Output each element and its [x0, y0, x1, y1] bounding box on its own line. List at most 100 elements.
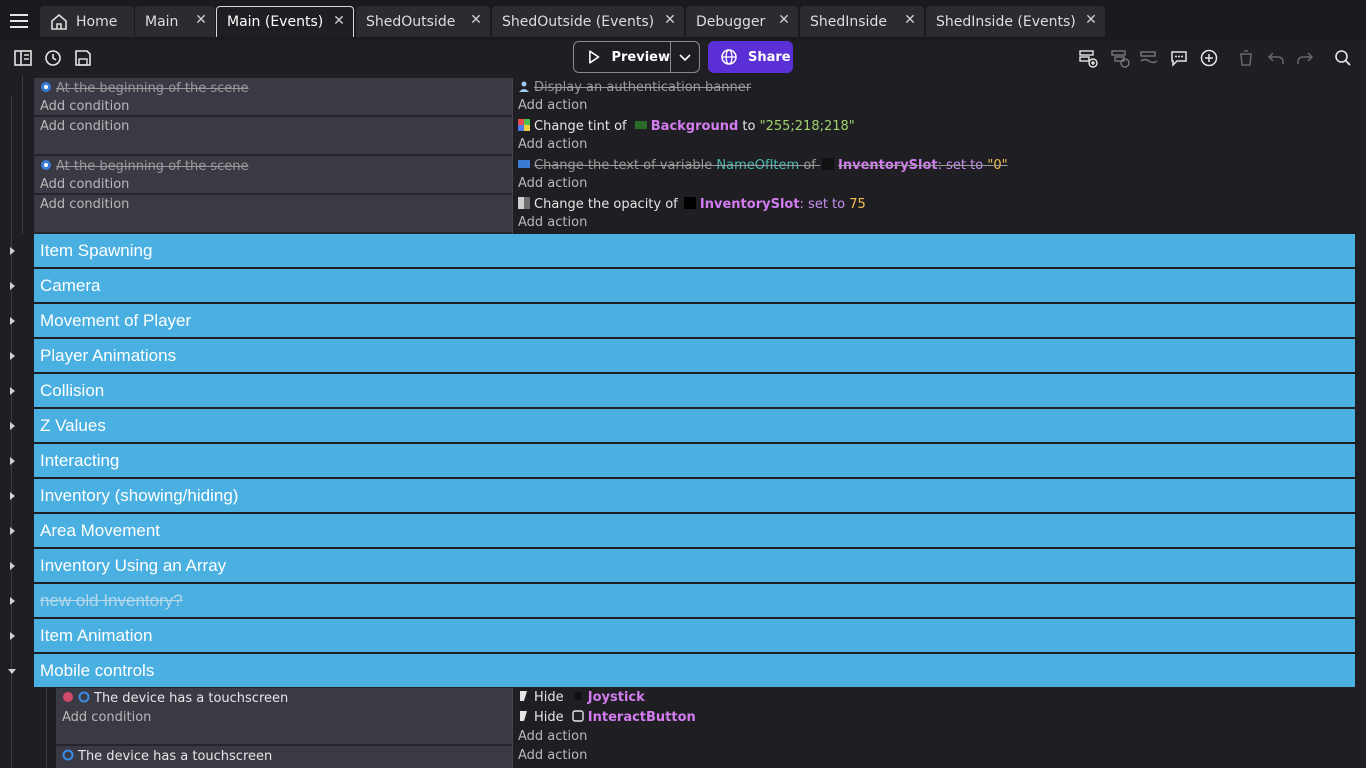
group-z-values[interactable]: Z Values [34, 409, 1355, 442]
collapse-arrow-icon[interactable] [6, 665, 18, 677]
add-other-event-icon[interactable] [1139, 48, 1159, 68]
condition[interactable]: The device has a touchscreen [62, 749, 272, 764]
condition[interactable]: At the beginning of the scene [40, 81, 248, 96]
share-button[interactable]: Share [708, 41, 793, 73]
conditions-column[interactable]: At the beginning of the scene Add condit… [34, 156, 512, 195]
actions-column[interactable]: Change tint of Background to "255;218;21… [512, 117, 1355, 156]
group-item-spawning[interactable]: Item Spawning [34, 234, 1355, 267]
actions-column[interactable]: Hide Joystick Hide InteractButton Add ac… [512, 688, 1355, 746]
add-condition-link[interactable]: Add condition [40, 197, 129, 212]
expand-arrow-icon[interactable] [6, 420, 18, 432]
tab-shedinside[interactable]: ShedInside ✕ [800, 6, 924, 37]
add-condition-link[interactable]: Add condition [40, 99, 129, 114]
expand-arrow-icon[interactable] [6, 280, 18, 292]
close-icon[interactable]: ✕ [468, 12, 484, 28]
inverted-condition-icon [63, 692, 73, 702]
expand-arrow-icon[interactable] [6, 525, 18, 537]
redo-icon[interactable] [1295, 48, 1315, 68]
group-new-old-inventory[interactable]: new old Inventory? [34, 584, 1355, 617]
expand-arrow-icon[interactable] [6, 385, 18, 397]
actions-column[interactable]: Change the opacity of InventorySlot: set… [512, 195, 1355, 234]
action[interactable]: Display an authentication banner [518, 80, 751, 95]
group-inventory-showing-hiding[interactable]: Inventory (showing/hiding) [34, 479, 1355, 512]
close-icon[interactable]: ✕ [331, 13, 347, 29]
add-action-link[interactable]: Add action [518, 215, 587, 230]
group-player-animations[interactable]: Player Animations [34, 339, 1355, 372]
add-condition-link[interactable]: Add condition [40, 119, 129, 134]
conditions-column[interactable]: The device has a touchscreen Add conditi… [56, 688, 512, 746]
event-row[interactable]: The device has a touchscreen Add conditi… [56, 688, 1355, 746]
expand-arrow-icon[interactable] [6, 595, 18, 607]
action-value: "255;218;218" [759, 119, 855, 134]
project-manager-icon[interactable] [13, 48, 33, 68]
condition[interactable]: The device has a touchscreen [62, 691, 288, 706]
event-row[interactable]: At the beginning of the scene Add condit… [34, 156, 1355, 195]
group-item-animation[interactable]: Item Animation [34, 619, 1355, 652]
expand-arrow-icon[interactable] [6, 315, 18, 327]
condition[interactable]: At the beginning of the scene [40, 159, 248, 174]
undo-icon[interactable] [1266, 48, 1286, 68]
close-icon[interactable]: ✕ [193, 12, 209, 28]
save-icon[interactable] [73, 48, 93, 68]
group-movement-of-player[interactable]: Movement of Player [34, 304, 1355, 337]
action[interactable]: Change the opacity of InventorySlot: set… [518, 197, 866, 212]
expand-arrow-icon[interactable] [6, 455, 18, 467]
action[interactable]: Change the text of variable NameOfItem o… [518, 158, 1008, 173]
tab-home[interactable]: Home [40, 6, 134, 37]
delete-icon[interactable] [1236, 48, 1256, 68]
group-area-movement[interactable]: Area Movement [34, 514, 1355, 547]
conditions-column[interactable]: Add condition [34, 117, 512, 156]
group-interacting[interactable]: Interacting [34, 444, 1355, 477]
tab-main[interactable]: Main ✕ [135, 6, 215, 37]
tab-debugger[interactable]: Debugger ✕ [686, 6, 798, 37]
actions-column[interactable]: Add action [512, 746, 1355, 768]
hamburger-menu-icon[interactable] [8, 10, 30, 32]
event-row[interactable]: Add condition Change tint of Background … [34, 117, 1355, 156]
event-row[interactable]: The device has a touchscreen Add action [56, 746, 1355, 768]
group-collision[interactable]: Collision [34, 374, 1355, 407]
history-icon[interactable] [43, 48, 63, 68]
chevron-down-icon [679, 54, 691, 62]
group-camera[interactable]: Camera [34, 269, 1355, 302]
tab-shedoutside-events[interactable]: ShedOutside (Events) ✕ [492, 6, 684, 37]
add-action-link[interactable]: Add action [518, 748, 587, 763]
action[interactable]: Change tint of Background to "255;218;21… [518, 119, 855, 134]
add-action-link[interactable]: Add action [518, 729, 587, 744]
add-icon[interactable] [1199, 48, 1219, 68]
conditions-column[interactable]: At the beginning of the scene Add condit… [34, 78, 512, 117]
actions-column[interactable]: Change the text of variable NameOfItem o… [512, 156, 1355, 195]
add-comment-icon[interactable] [1169, 48, 1189, 68]
expand-arrow-icon[interactable] [6, 245, 18, 257]
expand-arrow-icon[interactable] [6, 630, 18, 642]
close-icon[interactable]: ✕ [1083, 12, 1099, 28]
action[interactable]: Hide InteractButton [518, 710, 696, 725]
expand-arrow-icon[interactable] [6, 490, 18, 502]
add-condition-link[interactable]: Add condition [40, 177, 129, 192]
actions-column[interactable]: Display an authentication banner Add act… [512, 78, 1355, 117]
group-inventory-using-array[interactable]: Inventory Using an Array [34, 549, 1355, 582]
conditions-column[interactable]: Add condition [34, 195, 512, 234]
close-icon[interactable]: ✕ [662, 12, 678, 28]
add-action-link[interactable]: Add action [518, 176, 587, 191]
action-value: 75 [849, 197, 866, 212]
add-action-link[interactable]: Add action [518, 98, 587, 113]
conditions-column[interactable]: The device has a touchscreen [56, 746, 512, 768]
tab-shedinside-events[interactable]: ShedInside (Events) ✕ [926, 6, 1105, 37]
expand-arrow-icon[interactable] [6, 350, 18, 362]
add-action-link[interactable]: Add action [518, 137, 587, 152]
tab-shedoutside[interactable]: ShedOutside ✕ [356, 6, 490, 37]
group-mobile-controls[interactable]: Mobile controls [34, 654, 1355, 687]
tab-main-events[interactable]: Main (Events) ✕ [216, 6, 354, 37]
preview-options-dropdown[interactable] [670, 41, 700, 73]
add-subevent-icon[interactable] [1110, 48, 1130, 68]
action[interactable]: Hide Joystick [518, 690, 645, 705]
event-row[interactable]: At the beginning of the scene Add condit… [34, 78, 1355, 117]
add-event-icon[interactable] [1078, 48, 1098, 68]
close-icon[interactable]: ✕ [776, 12, 792, 28]
expand-arrow-icon[interactable] [6, 560, 18, 572]
preview-button[interactable]: Preview [573, 41, 671, 73]
search-icon[interactable] [1333, 48, 1353, 68]
event-row[interactable]: Add condition Change the opacity of Inve… [34, 195, 1355, 234]
close-icon[interactable]: ✕ [902, 12, 918, 28]
add-condition-link[interactable]: Add condition [62, 710, 151, 725]
